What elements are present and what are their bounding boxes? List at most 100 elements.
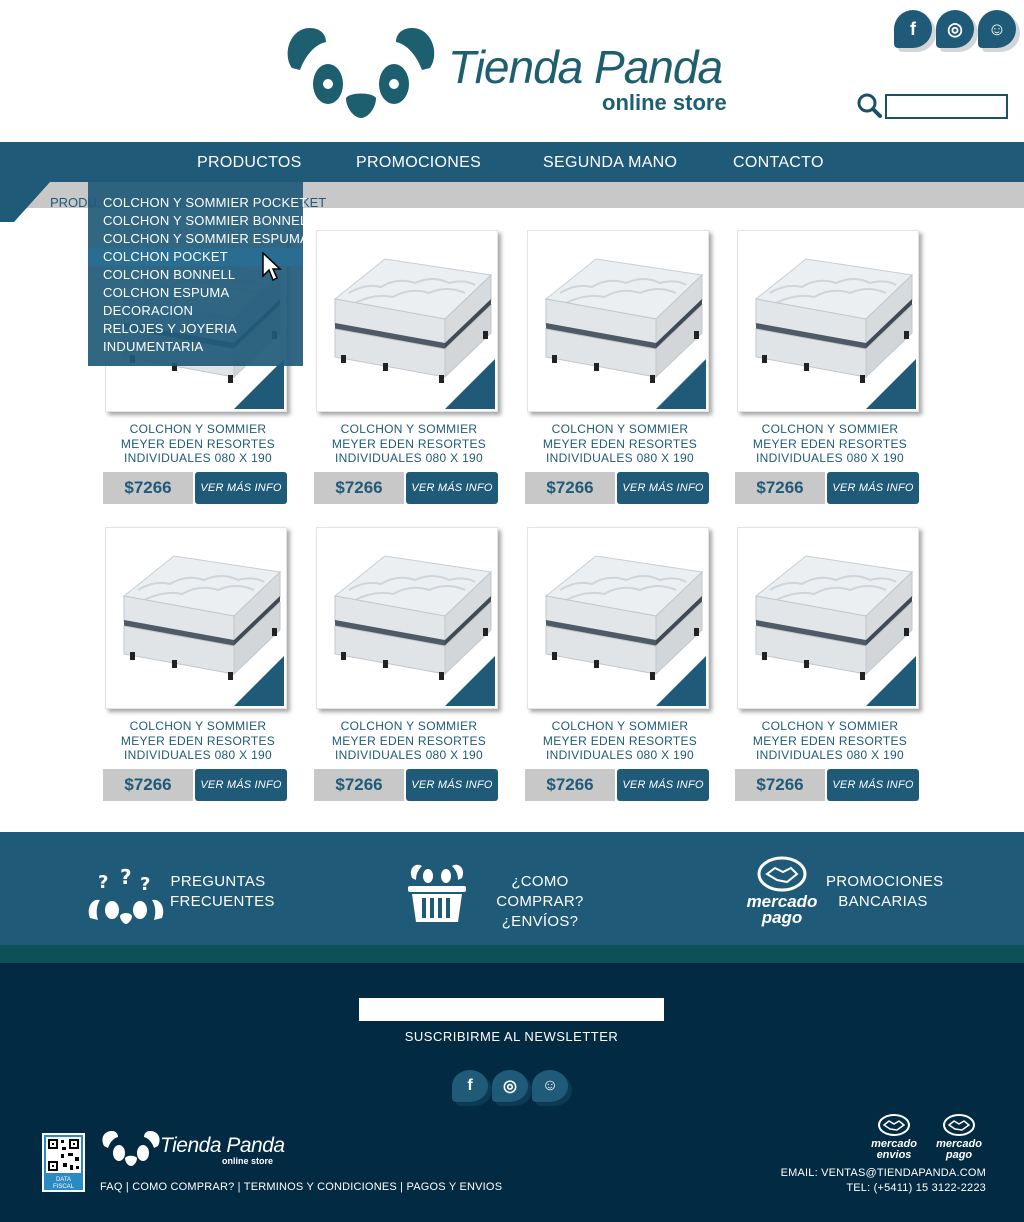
contact-email[interactable]: EMAIL: VENTAS@TIENDAPANDA.COM xyxy=(781,1166,986,1181)
facebook-icon[interactable]: f xyxy=(452,1070,488,1102)
product-card[interactable]: COLCHON Y SOMMIER MEYER EDEN RESORTES INDI… xyxy=(525,230,715,530)
card-corner-icon xyxy=(445,656,495,706)
product-name-line-3: INDIVIDUALES 080 X 190 xyxy=(755,451,904,465)
handshake-icon xyxy=(757,856,807,892)
product-name[interactable]: COLCHON Y SOMMIER MEYER EDEN RESORTES INDI… xyxy=(525,422,715,466)
product-name-line-3: INDIVIDUALES 080 X 190 xyxy=(123,748,272,762)
footer-logo[interactable]: Tienda Panda online store xyxy=(100,1130,285,1170)
qr-caption-line-2: FISCAL xyxy=(52,1184,74,1190)
product-image[interactable] xyxy=(737,230,919,412)
card-corner-icon xyxy=(866,359,916,409)
product-name-line-1: COLCHON Y SOMMIER xyxy=(340,719,478,733)
product-image[interactable] xyxy=(105,527,287,709)
bank-promos-link[interactable]: PROMOCIONES BANCARIAS xyxy=(826,872,943,912)
dropdown-item-relojes-joyeria[interactable]: RELOJES Y JOYERIA xyxy=(88,320,303,338)
instagram-icon[interactable]: ◎ xyxy=(492,1070,528,1102)
product-name[interactable]: COLCHON Y SOMMIER MEYER EDEN RESORTES INDI… xyxy=(314,719,504,763)
more-info-button[interactable]: VER MÁS INFO xyxy=(406,472,498,504)
bank-promos-line-2: BANCARIAS xyxy=(838,893,928,910)
product-name-line-3: INDIVIDUALES 080 X 190 xyxy=(334,748,483,762)
footer-link-separator: | xyxy=(122,1181,133,1193)
mercado-envios-line-2: envios xyxy=(876,1149,912,1161)
faq-link[interactable]: PREGUNTAS FRECUENTES xyxy=(170,872,274,912)
facebook-icon[interactable]: f xyxy=(894,10,932,48)
snapchat-icon[interactable]: ☺ xyxy=(532,1070,568,1102)
card-corner-icon xyxy=(234,656,284,706)
product-name-line-3: INDIVIDUALES 080 X 190 xyxy=(545,748,694,762)
newsletter-email-input[interactable] xyxy=(359,998,664,1021)
footer-links: FAQ | COMO COMPRAR? | TERMINOS Y CONDICI… xyxy=(100,1181,502,1193)
mouse-cursor-icon xyxy=(262,252,282,282)
product-price: $7266 xyxy=(103,472,193,504)
product-name[interactable]: COLCHON Y SOMMIER MEYER EDEN RESORTES INDI… xyxy=(735,719,925,763)
footer-link-faq[interactable]: FAQ xyxy=(100,1181,123,1193)
product-price: $7266 xyxy=(314,472,404,504)
svg-text:?: ? xyxy=(98,872,108,893)
product-image[interactable] xyxy=(737,527,919,709)
product-card[interactable]: COLCHON Y SOMMIER MEYER EDEN RESORTES INDI… xyxy=(314,527,504,827)
more-info-button[interactable]: VER MÁS INFO xyxy=(617,472,709,504)
product-name-line-2: MEYER EDEN RESORTES xyxy=(542,436,698,451)
more-info-button[interactable]: VER MÁS INFO xyxy=(827,472,919,504)
dropdown-item-colchon-sommier-espuma[interactable]: COLCHON Y SOMMIER ESPUMA xyxy=(88,230,309,248)
product-card[interactable]: COLCHON Y SOMMIER MEYER EDEN RESORTES INDI… xyxy=(314,230,504,530)
product-image[interactable] xyxy=(527,527,709,709)
mercado-pago-line-2: pago xyxy=(761,908,803,927)
footer-link-como-comprar[interactable]: COMO COMPRAR? xyxy=(132,1181,234,1193)
product-card[interactable]: COLCHON Y SOMMIER MEYER EDEN RESORTES INDI… xyxy=(103,527,293,827)
more-info-button[interactable]: VER MÁS INFO xyxy=(195,472,287,504)
product-name-line-3: INDIVIDUALES 080 X 190 xyxy=(123,451,272,465)
mercado-pago-footer-line-2: pago xyxy=(945,1149,973,1161)
dropdown-item-indumentaria[interactable]: INDUMENTARIA xyxy=(88,338,303,356)
dropdown-item-colchon-espuma[interactable]: COLCHON ESPUMA xyxy=(88,284,303,302)
basket-panda-icon xyxy=(408,864,466,922)
how-to-buy-link[interactable]: ¿COMO COMPRAR? ¿ENVÍOS? xyxy=(468,872,612,932)
product-name[interactable]: COLCHON Y SOMMIER MEYER EDEN RESORTES INDI… xyxy=(103,422,293,466)
nav-contacto[interactable]: CONTACTO xyxy=(733,154,824,172)
product-name-line-1: COLCHON Y SOMMIER xyxy=(551,422,689,436)
dropdown-item-colchon-sommier-bonnell[interactable]: COLCHON Y SOMMIER BONNELL xyxy=(88,212,315,230)
data-fiscal-qr[interactable]: DATA FISCAL xyxy=(42,1133,85,1192)
product-image[interactable] xyxy=(316,230,498,412)
newsletter-subscribe-button[interactable]: SUSCRIBIRME AL NEWSLETTER xyxy=(359,1029,664,1044)
more-info-button[interactable]: VER MÁS INFO xyxy=(195,769,287,801)
mercado-pago-footer-logo: mercado pago xyxy=(929,1139,989,1161)
product-image[interactable] xyxy=(527,230,709,412)
product-name[interactable]: COLCHON Y SOMMIER MEYER EDEN RESORTES INDI… xyxy=(103,719,293,763)
qr-code-icon xyxy=(46,1137,81,1173)
site-logo[interactable]: Tienda Panda online store xyxy=(280,24,750,124)
payment-logos: mercado envios mercado pago xyxy=(864,1114,989,1164)
product-price: $7266 xyxy=(103,769,193,801)
product-name-line-1: COLCHON Y SOMMIER xyxy=(761,719,899,733)
product-name[interactable]: COLCHON Y SOMMIER MEYER EDEN RESORTES INDI… xyxy=(525,719,715,763)
product-price: $7266 xyxy=(525,769,615,801)
product-name-line-2: MEYER EDEN RESORTES xyxy=(542,733,698,748)
instagram-icon[interactable]: ◎ xyxy=(936,10,974,48)
product-name[interactable]: COLCHON Y SOMMIER MEYER EDEN RESORTES INDI… xyxy=(314,422,504,466)
snapchat-icon[interactable]: ☺ xyxy=(978,10,1016,48)
search-icon[interactable] xyxy=(856,92,882,118)
logo-tagline: online store xyxy=(602,90,727,115)
product-name-line-2: MEYER EDEN RESORTES xyxy=(331,733,487,748)
search-input[interactable] xyxy=(885,94,1008,119)
logo-title: Tienda Panda xyxy=(448,41,723,93)
more-info-button[interactable]: VER MÁS INFO xyxy=(617,769,709,801)
product-card[interactable]: COLCHON Y SOMMIER MEYER EDEN RESORTES INDI… xyxy=(735,527,925,827)
more-info-button[interactable]: VER MÁS INFO xyxy=(406,769,498,801)
dropdown-item-decoracion[interactable]: DECORACION xyxy=(88,302,303,320)
nav-segunda-mano[interactable]: SEGUNDA MANO xyxy=(543,154,677,172)
product-name[interactable]: COLCHON Y SOMMIER MEYER EDEN RESORTES INDI… xyxy=(735,422,925,466)
product-name-line-3: INDIVIDUALES 080 X 190 xyxy=(545,451,694,465)
footer-link-pagos-envios[interactable]: PAGOS Y ENVIOS xyxy=(407,1181,503,1193)
more-info-button[interactable]: VER MÁS INFO xyxy=(827,769,919,801)
how-to-buy-line-1: ¿COMO COMPRAR? xyxy=(496,873,584,910)
dropdown-item-colchon-sommier-pocket[interactable]: COLCHON Y SOMMIER POCKET xyxy=(88,194,307,212)
card-corner-icon xyxy=(656,656,706,706)
footer-link-terminos[interactable]: TERMINOS Y CONDICIONES xyxy=(244,1181,397,1193)
product-card[interactable]: COLCHON Y SOMMIER MEYER EDEN RESORTES INDI… xyxy=(735,230,925,530)
product-image[interactable] xyxy=(316,527,498,709)
footer-social-links: f ◎ ☺ xyxy=(452,1070,568,1102)
product-card[interactable]: COLCHON Y SOMMIER MEYER EDEN RESORTES INDI… xyxy=(525,527,715,827)
nav-productos[interactable]: PRODUCTOS xyxy=(197,154,302,172)
nav-promociones[interactable]: PROMOCIONES xyxy=(356,154,481,172)
